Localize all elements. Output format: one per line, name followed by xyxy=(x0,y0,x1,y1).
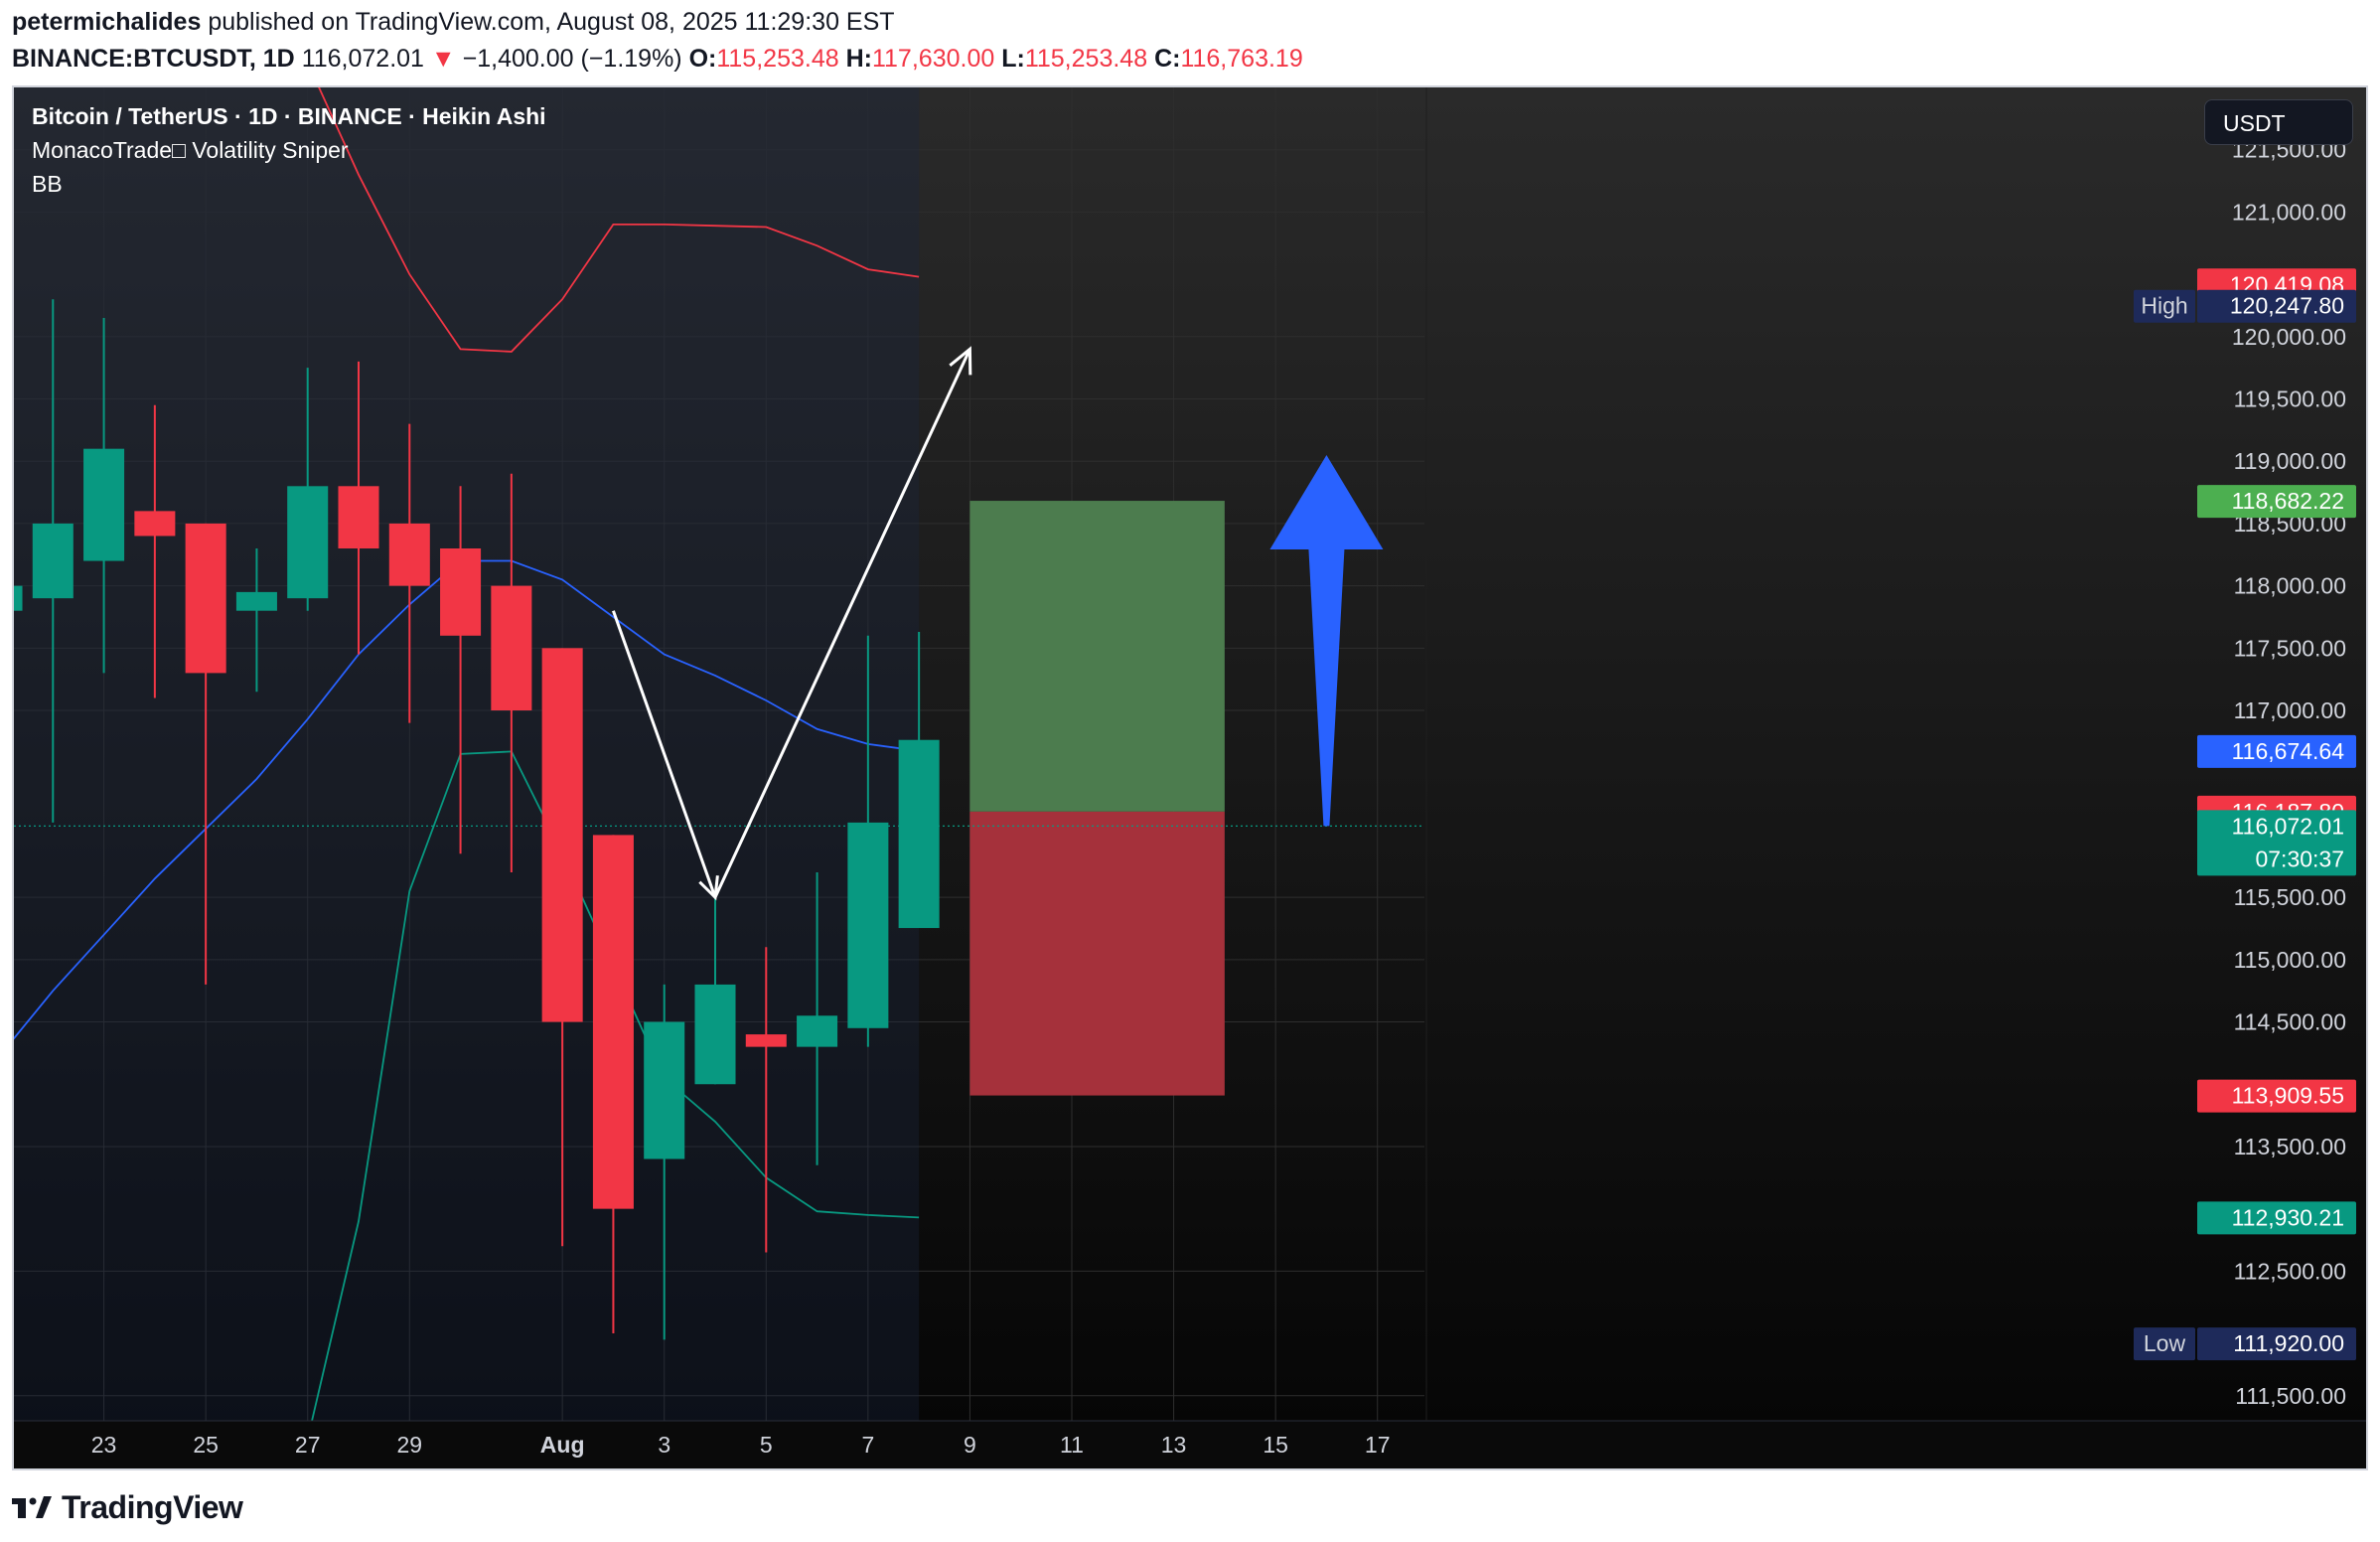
price-chart[interactable]: 111,500.00 112,500.00 113,500.00 114,500.00… xyxy=(14,87,2366,1468)
candle-body xyxy=(745,1034,787,1047)
legend-indicator-sniper[interactable]: MonacoTrade□ Volatility Sniper xyxy=(32,133,546,167)
price-label-value: 120,247.80 xyxy=(2230,293,2344,319)
time-tick-label: 21 xyxy=(14,1432,15,1458)
time-tick-label: 25 xyxy=(193,1432,219,1458)
low-value: 115,253.48 xyxy=(1024,45,1148,73)
high-label: H: xyxy=(845,45,872,73)
price-label: 112,930.21 xyxy=(2197,1201,2356,1235)
price-label: 113,909.55 xyxy=(2197,1079,2356,1113)
price-tick-label: 119,500.00 xyxy=(2234,386,2346,412)
price-label: 116,072.01 07:30:37 xyxy=(2197,810,2356,876)
price-tick-label: 115,500.00 xyxy=(2234,884,2346,910)
low-label: L: xyxy=(1001,45,1025,73)
price-label-value: 116,072.01 xyxy=(2232,813,2344,839)
stop-loss-zone[interactable] xyxy=(969,811,1225,1096)
profit-zone[interactable] xyxy=(969,501,1225,812)
chart-area[interactable]: 111,500.00 112,500.00 113,500.00 114,500.00… xyxy=(12,85,2368,1470)
last-price: 116,072.01 xyxy=(301,45,424,73)
price-label-value: 111,920.00 xyxy=(2233,1330,2344,1356)
legend-title[interactable]: Bitcoin / TetherUS · 1D · BINANCE · Heik… xyxy=(32,99,546,133)
price-label: 116,674.64 xyxy=(2197,734,2356,768)
countdown-timer: 07:30:37 xyxy=(2255,846,2344,871)
price-label: 118,682.22 xyxy=(2197,485,2356,519)
price-label-value: 118,682.22 xyxy=(2232,488,2344,514)
candle-body xyxy=(847,822,889,1028)
candle-body xyxy=(83,448,125,561)
price-tick-label: 119,000.00 xyxy=(2234,448,2346,474)
price-label-value: 112,930.21 xyxy=(2232,1204,2344,1230)
candle-body xyxy=(491,585,532,711)
price-tick-label: 114,500.00 xyxy=(2234,1009,2346,1035)
price-tick-label: 120,000.00 xyxy=(2232,324,2346,350)
candle-body xyxy=(440,548,482,636)
time-axis-area[interactable] xyxy=(14,1421,2366,1468)
candle-body xyxy=(235,591,277,611)
candle-body xyxy=(797,1015,838,1047)
symbol-name: BINANCE:BTCUSDT, 1D xyxy=(12,45,295,73)
price-label-value: 113,909.55 xyxy=(2232,1083,2344,1109)
time-tick-label: 17 xyxy=(1365,1432,1391,1458)
time-tick-label: 15 xyxy=(1263,1432,1288,1458)
change-down-icon: ▼ xyxy=(430,45,456,73)
high-value: 117,630.00 xyxy=(871,45,995,73)
time-tick-label: 27 xyxy=(295,1432,321,1458)
price-label-value: 116,674.64 xyxy=(2232,738,2345,764)
author-name[interactable]: petermichalides xyxy=(12,8,201,36)
brand-name[interactable]: TradingView xyxy=(62,1489,243,1526)
candle-body xyxy=(541,648,583,1022)
close-label: C: xyxy=(1154,45,1181,73)
tradingview-logo-icon[interactable] xyxy=(12,1494,54,1520)
candle-body xyxy=(694,984,736,1085)
time-tick-label: 29 xyxy=(396,1432,422,1458)
candle-body xyxy=(644,1021,685,1159)
price-tick-label: 111,500.00 xyxy=(2235,1383,2346,1409)
close-value: 116,763.19 xyxy=(1180,45,1303,73)
candle-body xyxy=(388,523,430,586)
time-tick-label: 11 xyxy=(1060,1432,1084,1458)
price-tick-label: 115,000.00 xyxy=(2234,947,2346,973)
chart-legend: Bitcoin / TetherUS · 1D · BINANCE · Heik… xyxy=(32,99,546,201)
time-tick-label: 7 xyxy=(861,1432,874,1458)
extreme-tag-label: High xyxy=(2141,293,2187,319)
price-tick-label: 113,500.00 xyxy=(2234,1134,2346,1159)
price-tick-label: 121,000.00 xyxy=(2232,199,2346,225)
candle-body xyxy=(592,835,634,1209)
price-tick-label: 112,500.00 xyxy=(2234,1258,2346,1284)
candle-body xyxy=(134,511,176,537)
time-tick-label: 9 xyxy=(964,1432,976,1458)
candle-body xyxy=(338,486,379,548)
legend-indicator-bb[interactable]: BB xyxy=(32,167,546,201)
publish-line: petermichalides published on TradingView… xyxy=(12,4,2366,41)
candle-body xyxy=(898,739,940,929)
time-tick-label: 5 xyxy=(760,1432,773,1458)
candle-body xyxy=(185,523,226,674)
time-tick-label: 23 xyxy=(91,1432,117,1458)
time-tick-label: 3 xyxy=(658,1432,670,1458)
time-tick-label: Aug xyxy=(540,1432,585,1458)
published-text: published on TradingView.com, August 08,… xyxy=(208,8,895,36)
currency-unit-button[interactable]: USDT xyxy=(2204,99,2353,145)
chart-header: petermichalides published on TradingView… xyxy=(12,4,2366,85)
price-tick-label: 118,000.00 xyxy=(2234,573,2346,599)
open-label: O: xyxy=(688,45,717,73)
time-tick-label: 13 xyxy=(1161,1432,1187,1458)
candle-body xyxy=(32,523,74,599)
extreme-tag-label: Low xyxy=(2144,1330,2186,1356)
price-tick-label: 117,500.00 xyxy=(2234,635,2346,661)
price-tick-label: 117,000.00 xyxy=(2234,697,2346,723)
price-label: 120,247.80 High xyxy=(2134,289,2356,323)
ohlc-line: BINANCE:BTCUSDT, 1D 116,072.01 ▼ −1,400.… xyxy=(12,41,2366,77)
candle-body xyxy=(287,486,329,599)
price-label: 111,920.00 Low xyxy=(2134,1327,2356,1361)
open-value: 115,253.48 xyxy=(716,45,839,73)
candle-body xyxy=(14,585,23,611)
footer: TradingView xyxy=(12,1482,243,1532)
price-change: −1,400.00 (−1.19%) xyxy=(462,45,682,73)
